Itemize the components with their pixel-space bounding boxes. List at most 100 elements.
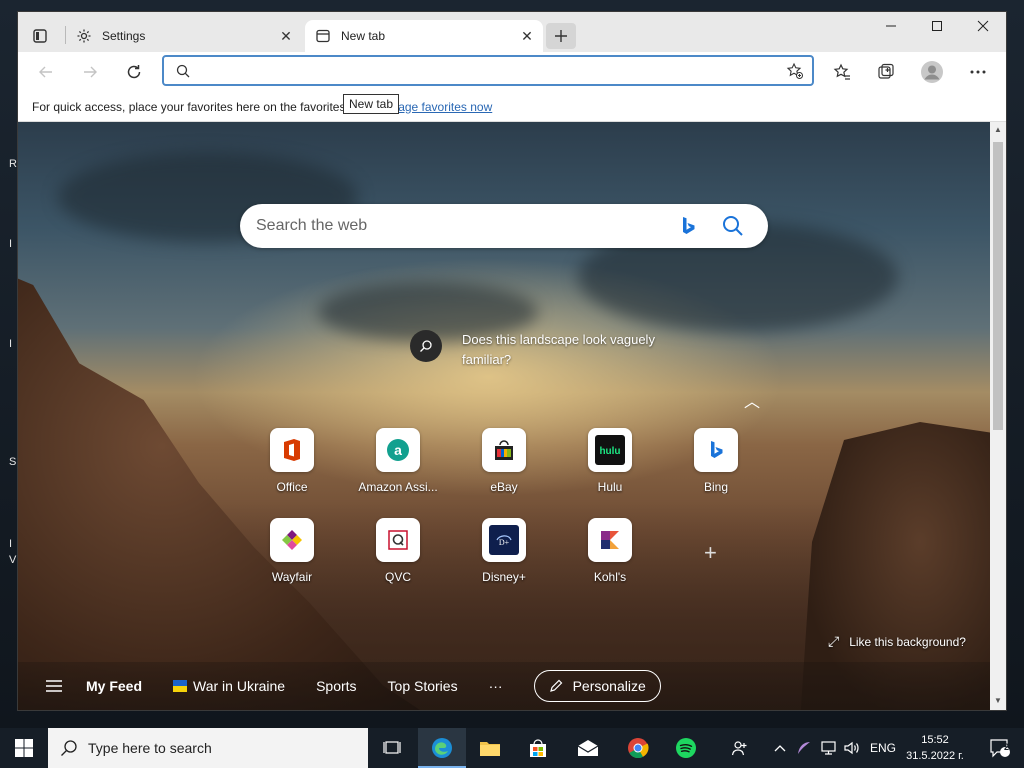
taskbar: ENG 15:52 31.5.2022 г. 2 (0, 728, 1024, 768)
maximize-button[interactable] (914, 12, 960, 40)
favorites-button[interactable] (828, 58, 856, 86)
speaker-icon (844, 741, 859, 755)
spotify-icon (676, 738, 696, 758)
tile-label: Kohl's (593, 570, 627, 584)
volume-button[interactable] (840, 728, 864, 768)
tray-app-button[interactable] (792, 728, 816, 768)
address-input[interactable] (198, 61, 758, 81)
feed-tab-war-in-ukraine[interactable]: War in Ukraine (173, 678, 285, 694)
scroll-down-icon[interactable]: ▼ (994, 696, 1002, 705)
back-button[interactable] (32, 58, 60, 86)
taskbar-store[interactable] (514, 728, 562, 768)
scroll-thumb[interactable] (993, 142, 1003, 430)
hulu-icon: hulu (588, 428, 632, 472)
taskbar-mail[interactable] (564, 728, 612, 768)
desktop-icon-label: I (9, 338, 13, 350)
taskbar-edge[interactable] (418, 728, 466, 768)
forward-button[interactable] (76, 58, 104, 86)
taskbar-search-input[interactable] (88, 740, 348, 756)
search-icon[interactable] (722, 215, 744, 237)
tab-actions-button[interactable] (30, 26, 50, 46)
chevron-up-icon[interactable]: ︿ (744, 388, 760, 412)
taskbar-spotify[interactable] (662, 728, 710, 768)
page-scrollbar[interactable]: ▲ ▼ (990, 122, 1006, 710)
tile-label: Disney+ (482, 570, 526, 584)
taskbar-file-explorer[interactable] (466, 728, 514, 768)
network-button[interactable] (816, 728, 840, 768)
amazon-assistant-icon: a (376, 428, 420, 472)
feed-more-button[interactable]: ··· (489, 678, 503, 694)
tile-label: eBay (490, 480, 518, 494)
add-favorite-icon[interactable] (786, 62, 804, 80)
people-button[interactable] (720, 728, 760, 768)
windows-logo-icon (15, 739, 33, 757)
settings-more-button[interactable] (964, 58, 992, 86)
quick-link-tile[interactable]: QVC (352, 518, 444, 584)
taskbar-search[interactable] (48, 728, 368, 768)
minimize-button[interactable] (868, 12, 914, 40)
notifications-button[interactable]: 2 (976, 728, 1024, 768)
people-icon (731, 741, 747, 756)
language-indicator[interactable]: ENG (870, 728, 896, 768)
taskbar-chrome[interactable] (614, 728, 662, 768)
task-view-button[interactable] (368, 728, 416, 768)
start-button[interactable] (0, 728, 48, 768)
feed-bar: My Feed War in Ukraine Sports Top Storie… (18, 662, 990, 710)
edge-icon (432, 738, 452, 758)
refresh-button[interactable] (120, 58, 148, 86)
qvc-icon (376, 518, 420, 562)
more-icon (970, 70, 986, 74)
show-hidden-icons-button[interactable] (766, 728, 794, 768)
quick-link-tile[interactable]: Kohl's (564, 518, 656, 584)
quick-link-tile[interactable]: a Amazon Assi... (352, 428, 444, 494)
desktop-icon-label: I (9, 538, 13, 550)
avatar-icon (921, 61, 943, 83)
bing-logo-icon[interactable] (680, 216, 696, 236)
quick-link-tile[interactable]: Office (246, 428, 338, 494)
web-search-input[interactable] (256, 216, 656, 236)
ukraine-flag-icon (173, 680, 188, 692)
like-background-text: Like this background? (849, 634, 966, 649)
close-tab-icon[interactable]: ✕ (519, 28, 535, 44)
feed-tab-sports[interactable]: Sports (316, 678, 356, 694)
refresh-icon (127, 65, 141, 79)
tab-label: Settings (102, 29, 146, 43)
close-tab-icon[interactable]: ✕ (278, 28, 294, 44)
address-bar[interactable] (162, 55, 814, 86)
new-tab-button[interactable] (546, 23, 576, 49)
image-search-icon (410, 330, 442, 362)
collections-button[interactable] (872, 58, 900, 86)
quick-link-tile[interactable]: hulu Hulu (564, 428, 656, 494)
arrow-right-icon (84, 66, 97, 78)
tab-new-tab[interactable]: New tab ✕ (305, 20, 543, 52)
scroll-up-icon[interactable]: ▲ (994, 125, 1002, 134)
quick-link-tile[interactable]: Bing (670, 428, 762, 494)
arrow-left-icon (39, 66, 52, 78)
feed-tab-label: War in Ukraine (193, 678, 286, 694)
feed-menu-button[interactable] (46, 680, 62, 692)
close-window-button[interactable] (960, 12, 1006, 40)
quick-link-tile[interactable]: Wayfair (246, 518, 338, 584)
store-icon (530, 739, 546, 757)
profile-button[interactable] (918, 58, 946, 86)
plus-icon (555, 30, 567, 42)
image-hint-text: Does this landscape look vaguely familia… (462, 332, 655, 367)
close-icon (977, 20, 989, 32)
web-search-box[interactable] (240, 204, 768, 248)
title-bar: Settings ✕ New tab ✕ (18, 12, 1006, 52)
desktop-icon-label: V (9, 554, 17, 566)
tile-label: Wayfair (271, 570, 313, 584)
personalize-button[interactable]: Personalize (533, 670, 661, 702)
ebay-icon (482, 428, 526, 472)
add-quick-link-icon[interactable]: + (704, 540, 717, 566)
tab-settings[interactable]: Settings ✕ (66, 20, 302, 52)
feed-tab-top-stories[interactable]: Top Stories (388, 678, 458, 694)
like-background-link[interactable]: ⤢ Like this background? (828, 633, 966, 650)
quick-link-tile[interactable]: eBay (458, 428, 550, 494)
desktop-icon-label: I (9, 238, 13, 250)
feed-tab-my-feed[interactable]: My Feed (86, 678, 142, 694)
clock[interactable]: 15:52 31.5.2022 г. (904, 732, 966, 764)
image-hint[interactable]: Does this landscape look vaguely familia… (410, 330, 692, 370)
mail-icon (577, 740, 599, 756)
quick-link-tile[interactable]: D+ Disney+ (458, 518, 550, 584)
